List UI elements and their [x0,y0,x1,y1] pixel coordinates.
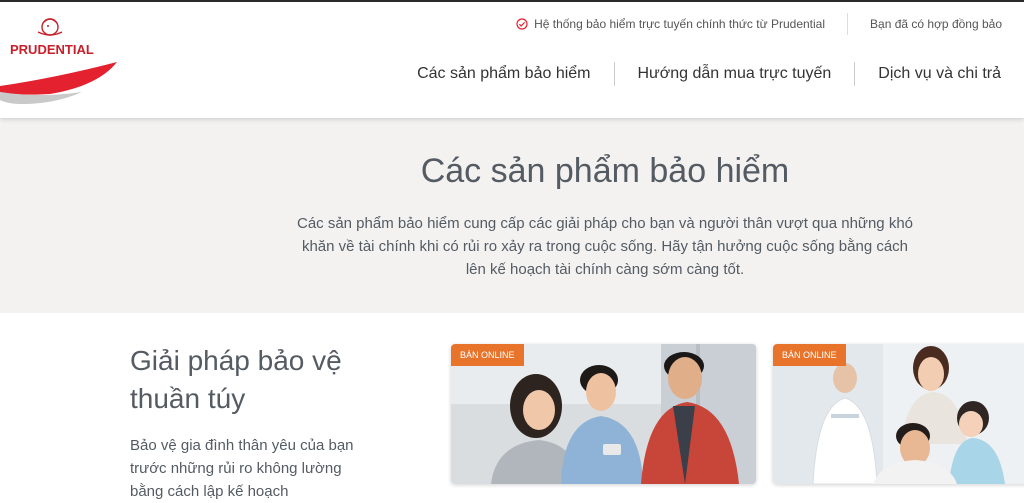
product-card[interactable]: BÁN ONLINE [773,344,1024,484]
check-circle-icon [516,18,528,30]
page-title: Các sản phẩm bảo hiểm [420,152,790,190]
online-sale-badge: BÁN ONLINE [773,344,846,366]
site-header: PRUDENTIAL Hệ thống bảo hiểm trực tuyến … [0,2,1024,118]
online-sale-badge: BÁN ONLINE [451,344,524,366]
official-notice: Hệ thống bảo hiểm trực tuyến chính thức … [494,12,847,36]
product-card[interactable]: BÁN ONLINE [451,344,756,484]
prudential-logo[interactable]: PRUDENTIAL [0,14,125,106]
hero-banner: Các sản phẩm bảo hiểm Các sản phẩm bảo h… [0,118,1024,313]
official-notice-text: Hệ thống bảo hiểm trực tuyến chính thức … [534,17,826,31]
contract-link-text: Bạn đã có hợp đồng bảo [870,17,1002,31]
contract-link[interactable]: Bạn đã có hợp đồng bảo [848,12,1024,36]
nav-item-buy-guide[interactable]: Hướng dẫn mua trực tuyến [615,65,855,83]
hero-description: Các sản phẩm bảo hiểm cung cấp các giải … [296,215,914,278]
utility-bar: Hệ thống bảo hiểm trực tuyến chính thức … [494,12,1024,36]
logo-graphic: PRUDENTIAL [0,18,117,104]
section-title: Giải pháp bảo vệ thuần túy [130,345,342,414]
logo-wordmark: PRUDENTIAL [10,42,94,57]
section-description: Bảo vệ gia đình thân yêu của bạn trước n… [130,437,354,500]
nav-item-products[interactable]: Các sản phẩm bảo hiểm [394,65,613,83]
nav-item-services[interactable]: Dịch vụ và chi trả [855,65,1024,83]
main-nav: Các sản phẩm bảo hiểm Hướng dẫn mua trực… [394,54,1024,94]
